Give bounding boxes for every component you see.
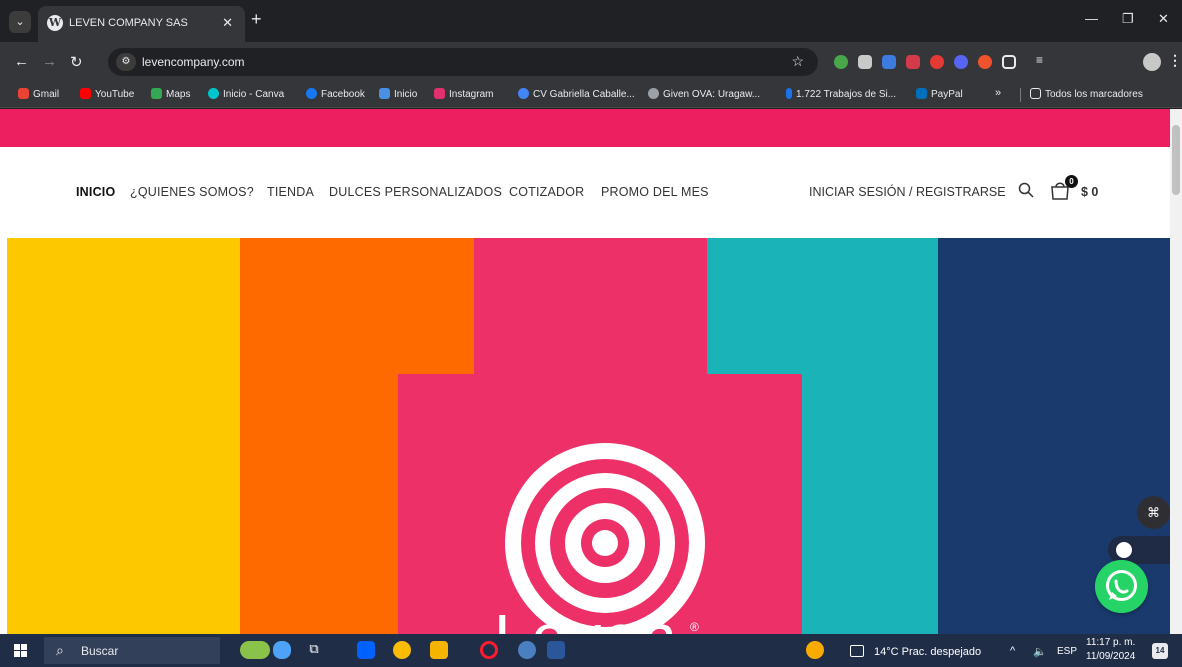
close-tab-icon[interactable]: ✕ xyxy=(222,15,233,31)
web-page: INICIO ¿QUIENES SOMOS? TIENDA DULCES PER… xyxy=(0,109,1170,634)
weather-widget-icon[interactable] xyxy=(850,645,864,657)
menu-tienda[interactable]: TIENDA xyxy=(267,185,314,199)
bookmark-trabajos[interactable]: 1.722 Trabajos de Si... xyxy=(786,88,896,100)
clock-time[interactable]: 11:17 p. m. xyxy=(1086,637,1135,648)
browser-menu-icon[interactable]: ⋮ xyxy=(1168,52,1182,69)
language-indicator[interactable]: ESP xyxy=(1057,646,1077,657)
windows-start-icon[interactable] xyxy=(14,644,27,657)
bookmark-facebook[interactable]: Facebook xyxy=(306,88,365,100)
chrome-profile-icon[interactable] xyxy=(518,641,536,659)
folder-icon xyxy=(1030,88,1041,99)
file-explorer-icon[interactable] xyxy=(430,641,448,659)
volume-icon[interactable]: 🔈 xyxy=(1033,645,1047,658)
bookmark-star-icon[interactable]: ☆ xyxy=(791,53,804,70)
cart-total[interactable]: $ 0 xyxy=(1081,185,1098,199)
search-icon[interactable] xyxy=(1018,182,1034,198)
bookmarks-bar: Gmail YouTube Maps Inicio - Canva Facebo… xyxy=(0,82,1182,108)
opera-icon[interactable] xyxy=(480,641,498,659)
extension-icon[interactable] xyxy=(978,55,992,69)
reload-button[interactable]: ↻ xyxy=(70,53,83,71)
back-button[interactable]: ← xyxy=(14,53,29,70)
scrollbar-thumb[interactable] xyxy=(1172,125,1180,195)
browser-toolbar: ← → ↻ ⚙ levencompany.com ☆ ≡ ⋮ xyxy=(0,42,1182,82)
minimize-button[interactable]: — xyxy=(1085,11,1098,26)
bookmark-maps[interactable]: Maps xyxy=(151,88,190,100)
hero-band-yellow xyxy=(7,238,240,634)
chat-bot-icon xyxy=(1116,542,1132,558)
cart-count-badge: 0 xyxy=(1065,175,1078,188)
weather-text[interactable]: 14°C Prac. despejado xyxy=(874,646,981,658)
address-bar[interactable]: ⚙ levencompany.com ☆ xyxy=(108,48,818,76)
taskbar-search[interactable]: ⌕ Buscar xyxy=(44,637,220,664)
extension-icon[interactable] xyxy=(930,55,944,69)
close-window-button[interactable]: ✕ xyxy=(1158,11,1169,27)
tab-strip: ⌄ W LEVEN COMPANY SAS ✕ + — ❐ ✕ xyxy=(0,0,1182,42)
site-header: INICIO ¿QUIENES SOMOS? TIENDA DULCES PER… xyxy=(0,147,1170,238)
extension-icon[interactable] xyxy=(954,55,968,69)
bookmark-inicio[interactable]: Inicio xyxy=(379,88,417,100)
bookmark-canva[interactable]: Inicio - Canva xyxy=(208,88,284,100)
menu-promo-del-mes[interactable]: PROMO DEL MES xyxy=(601,185,709,199)
dropbox-icon[interactable] xyxy=(357,641,375,659)
bookmark-gmail[interactable]: Gmail xyxy=(18,88,59,100)
notifications-icon[interactable]: 14 xyxy=(1152,643,1168,659)
all-bookmarks-folder[interactable]: Todos los marcadores xyxy=(1030,88,1143,100)
menu-quienes-somos[interactable]: ¿QUIENES SOMOS? xyxy=(130,185,254,199)
reading-list-icon[interactable]: ≡ xyxy=(1036,53,1050,67)
new-tab-button[interactable]: + xyxy=(251,9,262,30)
tab-search-button[interactable]: ⌄ xyxy=(9,11,31,33)
bookmark-youtube[interactable]: YouTube xyxy=(80,88,134,100)
bookmark-paypal[interactable]: PayPal xyxy=(916,88,963,100)
site-info-icon[interactable]: ⚙ xyxy=(116,53,136,71)
widget-app-icon[interactable] xyxy=(240,641,270,659)
more-bookmarks-icon[interactable]: » xyxy=(995,87,1001,99)
menu-inicio[interactable]: INICIO xyxy=(76,185,115,199)
restore-button[interactable]: ❐ xyxy=(1122,11,1134,27)
help-icon[interactable] xyxy=(806,641,824,659)
hero-brand-word: Leven xyxy=(494,600,678,634)
extension-icon[interactable] xyxy=(882,55,896,69)
menu-dulces-personalizados[interactable]: DULCES PERSONALIZADOS xyxy=(329,185,502,199)
bookmark-instagram[interactable]: Instagram xyxy=(434,88,493,100)
forward-button[interactable]: → xyxy=(42,53,57,70)
apps-grid-widget-icon[interactable]: ⌘ xyxy=(1137,496,1170,529)
word-icon[interactable] xyxy=(547,641,565,659)
bookmark-given-ova[interactable]: Given OVA: Uragaw... xyxy=(648,88,760,100)
login-register-link[interactable]: INICIAR SESIÓN / REGISTRARSE xyxy=(809,185,1006,199)
top-promo-bar xyxy=(0,109,1170,147)
grammarly-extension-icon[interactable] xyxy=(834,55,848,69)
registered-mark: ® xyxy=(690,620,699,634)
search-icon: ⌕ xyxy=(56,642,64,658)
bookmarks-separator xyxy=(1020,88,1021,102)
extension-icon[interactable] xyxy=(906,55,920,69)
whatsapp-icon[interactable] xyxy=(1095,560,1148,613)
wordpress-icon: W xyxy=(47,15,63,31)
hero-banner: Leven ® xyxy=(7,238,1170,634)
tray-chevron-icon[interactable]: ^ xyxy=(1010,645,1015,657)
task-view-icon[interactable]: ⧉ xyxy=(305,641,323,659)
page-scrollbar[interactable] xyxy=(1170,109,1182,634)
windows-taskbar: ⌕ Buscar ⧉ 14°C Prac. despejado ^ 🔈 ESP … xyxy=(0,634,1182,667)
profile-avatar-icon[interactable] xyxy=(1143,53,1161,71)
bookmark-cv[interactable]: CV Gabriella Caballe... xyxy=(518,88,635,100)
chrome-icon[interactable] xyxy=(393,641,411,659)
app-icon[interactable] xyxy=(273,641,291,659)
clock-date[interactable]: 11/09/2024 xyxy=(1086,651,1135,662)
extensions-puzzle-icon[interactable] xyxy=(1002,55,1016,69)
browser-tab[interactable]: W LEVEN COMPANY SAS ✕ xyxy=(38,6,245,42)
taskbar-search-placeholder: Buscar xyxy=(81,644,119,658)
url-text[interactable]: levencompany.com xyxy=(142,55,245,69)
menu-cotizador[interactable]: COTIZADOR xyxy=(509,185,584,199)
tab-title: LEVEN COMPANY SAS xyxy=(69,17,188,29)
extension-icon[interactable] xyxy=(858,55,872,69)
